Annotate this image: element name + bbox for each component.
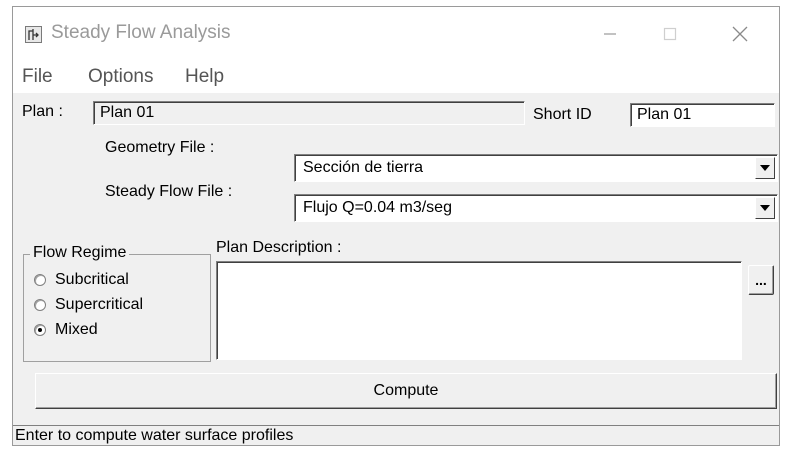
menu-file[interactable]: File [22, 66, 53, 88]
minimize-icon [604, 33, 616, 35]
radio-subcritical-indicator[interactable] [34, 274, 46, 286]
radio-mixed-indicator[interactable] [34, 324, 46, 336]
close-button[interactable] [717, 17, 763, 51]
status-text: Enter to compute water surface profiles [15, 427, 294, 444]
plan-title-value: Plan 01 [100, 104, 155, 121]
geometry-file-label: Geometry File : [105, 139, 215, 156]
short-id-value: Plan 01 [637, 106, 692, 123]
steady-flow-window: Steady Flow Analysis File Options Help P… [12, 6, 780, 446]
geometry-file-value: Sección de tierra [303, 159, 424, 176]
radio-supercritical-label: Supercritical [55, 296, 144, 313]
menu-help[interactable]: Help [185, 66, 224, 88]
radio-subcritical[interactable]: Subcritical [34, 270, 129, 290]
geometry-dropdown-button[interactable] [755, 157, 775, 179]
status-bar: Enter to compute water surface profiles [13, 425, 779, 445]
radio-subcritical-label: Subcritical [55, 271, 129, 288]
steady-flow-file-label: Steady Flow File : [105, 183, 233, 200]
plan-description-textarea[interactable] [216, 261, 742, 360]
plan-label: Plan : [22, 103, 63, 120]
app-icon [25, 26, 42, 43]
plan-description-label: Plan Description : [216, 239, 342, 256]
menu-bar: File Options Help [13, 55, 779, 93]
flow-regime-title: Flow Regime [30, 244, 130, 262]
chevron-down-icon [760, 165, 770, 171]
window-title: Steady Flow Analysis [51, 22, 231, 43]
chevron-down-icon [760, 205, 770, 211]
description-browse-button[interactable]: ... [748, 265, 774, 295]
minimize-button[interactable] [587, 17, 633, 51]
radio-supercritical-indicator[interactable] [34, 299, 46, 311]
short-id-label: Short ID [533, 106, 592, 123]
steady-flow-file-select[interactable]: Flujo Q=0.04 m3/seg [294, 194, 778, 222]
compute-button[interactable]: Compute [35, 373, 777, 409]
geometry-file-select[interactable]: Sección de tierra [294, 154, 778, 182]
maximize-icon [663, 27, 677, 41]
radio-mixed[interactable]: Mixed [34, 320, 98, 340]
plan-title-field[interactable]: Plan 01 [93, 101, 525, 125]
flow-regime-group: Flow Regime Subcritical Supercritical Mi… [23, 244, 211, 362]
menu-options[interactable]: Options [88, 66, 153, 88]
radio-mixed-label: Mixed [55, 321, 98, 338]
title-bar[interactable]: Steady Flow Analysis [13, 7, 779, 55]
close-icon [732, 26, 748, 42]
radio-supercritical[interactable]: Supercritical [34, 295, 143, 315]
steady-flow-file-value: Flujo Q=0.04 m3/seg [303, 199, 452, 216]
dialog-body: Plan : Plan 01 Short ID Plan 01 Geometry… [13, 93, 779, 445]
maximize-button[interactable] [647, 17, 693, 51]
steady-flow-dropdown-button[interactable] [755, 197, 775, 219]
short-id-input[interactable]: Plan 01 [630, 103, 775, 127]
